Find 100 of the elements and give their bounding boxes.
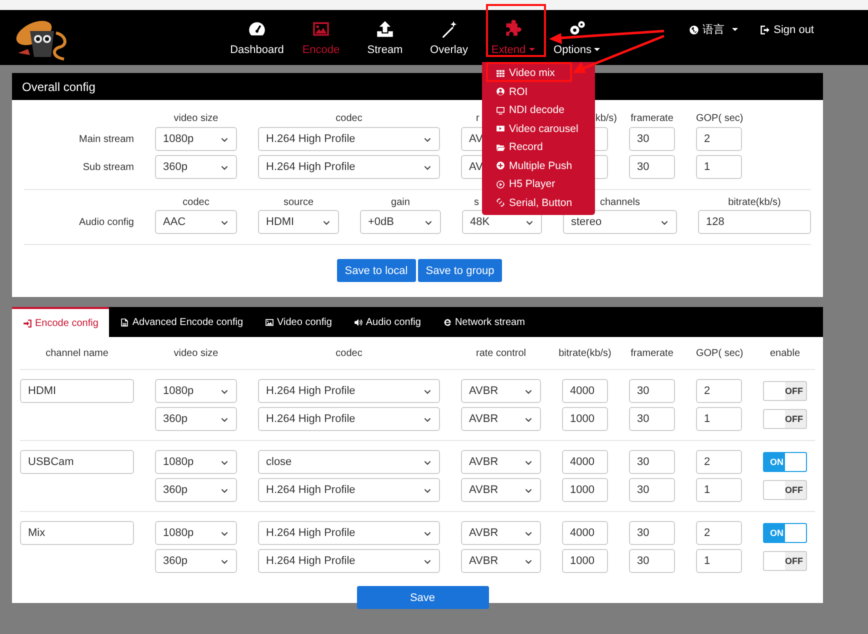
codec-select[interactable]: H.264 High Profile xyxy=(258,127,440,151)
menu-item[interactable]: Video carousel xyxy=(482,120,595,138)
row-label: Sub stream xyxy=(82,162,134,172)
framerate-field[interactable]: 30 xyxy=(629,155,675,179)
codec-select[interactable]: H.264 High Profile xyxy=(258,478,440,502)
channel-name-field[interactable]: USBCam xyxy=(20,450,134,474)
rate-control-select[interactable]: AVBR xyxy=(461,407,541,431)
tab[interactable]: Advanced Encode config xyxy=(109,307,254,337)
volume-icon xyxy=(354,318,363,326)
channels-select[interactable]: stereo xyxy=(563,210,677,234)
sign-out-icon xyxy=(760,24,770,34)
framerate-field[interactable]: 30 xyxy=(629,478,675,502)
gop-field[interactable]: 2 xyxy=(696,127,742,151)
sign-in-icon xyxy=(23,318,32,328)
picture-icon xyxy=(312,20,330,38)
menu-item[interactable]: Video mix xyxy=(482,64,595,82)
tab[interactable]: Audio config xyxy=(342,307,432,337)
save-button[interactable]: Save xyxy=(356,586,488,609)
bitrate-field[interactable]: 4000 xyxy=(562,521,608,545)
video-size-select[interactable]: 360p xyxy=(155,549,237,573)
nav-item[interactable]: Dashboard xyxy=(225,20,289,56)
rate-control-select[interactable]: AVBR xyxy=(461,521,541,545)
column-header: framerate xyxy=(630,348,674,358)
row-label: Audio config xyxy=(78,216,134,228)
codec-select[interactable]: H.264 High Profile xyxy=(258,155,440,179)
menu-item[interactable]: ROI xyxy=(482,82,595,101)
framerate-field[interactable]: 30 xyxy=(629,407,675,431)
bitrate-field[interactable]: 4000 xyxy=(562,450,608,474)
gop-field[interactable]: 2 xyxy=(696,379,742,403)
gop-field[interactable]: 2 xyxy=(696,521,742,545)
menu-item[interactable]: Multiple Push xyxy=(482,156,595,175)
codec-select[interactable]: H.264 High Profile xyxy=(258,549,440,573)
tab[interactable]: Encode config xyxy=(12,307,110,337)
document-icon xyxy=(120,318,130,326)
save-button[interactable]: Save to local xyxy=(336,259,416,282)
codec-select[interactable]: H.264 High Profile xyxy=(258,521,440,545)
codec-select[interactable]: H.264 High Profile xyxy=(258,379,440,403)
gop-field[interactable]: 1 xyxy=(696,407,742,431)
menu-item[interactable]: NDI decode xyxy=(482,101,595,120)
rate-control-select[interactable]: AVBR xyxy=(461,450,541,474)
channel-name-field[interactable]: Mix xyxy=(20,521,134,545)
panel-title: Overall config xyxy=(22,80,96,94)
codec-select[interactable]: H.264 High Profile xyxy=(258,407,440,431)
menu-item[interactable]: Serial, Button xyxy=(482,194,595,212)
toggle-switch[interactable]: OFF xyxy=(763,480,807,500)
sign-out-link[interactable]: Sign out xyxy=(760,22,814,37)
nav-item[interactable]: Stream xyxy=(353,20,417,56)
tab[interactable]: Video config xyxy=(254,307,343,337)
menu-item[interactable]: H5 Player xyxy=(482,175,595,194)
column-header: channel name xyxy=(44,348,110,358)
video-size-select[interactable]: 360p xyxy=(155,478,237,502)
channel-name-field[interactable]: HDMI xyxy=(20,379,134,403)
framerate-field[interactable]: 30 xyxy=(629,549,675,573)
video-size-select[interactable]: 1080p xyxy=(155,450,237,474)
bitrate-field[interactable]: 1000 xyxy=(562,407,608,431)
bitrate-field[interactable]: 1000 xyxy=(562,478,608,502)
gain-select[interactable]: +0dB xyxy=(360,210,441,234)
rate-control-select[interactable]: AVBR xyxy=(461,478,541,502)
source-select[interactable]: HDMI xyxy=(258,210,339,234)
video-size-select[interactable]: 1080p xyxy=(155,379,237,403)
rate-control-select[interactable]: AVBR xyxy=(461,549,541,573)
toggle-switch[interactable]: OFF xyxy=(763,381,807,401)
monitor-icon xyxy=(496,106,505,115)
language-menu[interactable]: 语言 xyxy=(688,22,738,37)
nav-item[interactable]: Extend xyxy=(481,20,545,56)
toggle-switch[interactable]: OFF xyxy=(763,409,807,429)
gop-field[interactable]: 1 xyxy=(696,549,742,573)
audio-codec-select[interactable]: AAC xyxy=(155,210,237,234)
gop-field[interactable]: 1 xyxy=(696,155,742,179)
video-size-select[interactable]: 1080p xyxy=(155,127,237,151)
bitrate-field[interactable]: 4000 xyxy=(562,379,608,403)
nav-item[interactable]: Overlay xyxy=(417,20,481,56)
codec-select[interactable]: close xyxy=(258,450,440,474)
bitrate-field[interactable]: 1000 xyxy=(562,549,608,573)
column-header: source xyxy=(282,197,314,208)
framerate-field[interactable]: 30 xyxy=(629,521,675,545)
rate-control-select[interactable]: AVBR xyxy=(461,379,541,403)
menu-item[interactable]: Record xyxy=(482,138,595,156)
framerate-field[interactable]: 30 xyxy=(629,379,675,403)
play-box-icon xyxy=(496,124,505,134)
save-button[interactable]: Save to group xyxy=(418,259,502,282)
video-size-select[interactable]: 1080p xyxy=(155,521,237,545)
column-header: video size xyxy=(172,113,220,124)
nav-item[interactable]: Options xyxy=(545,20,609,56)
column-header: codec xyxy=(334,113,364,124)
toggle-switch[interactable]: OFF xyxy=(763,551,807,571)
audio-bitrate-field[interactable]: 128 xyxy=(698,210,811,234)
video-size-select[interactable]: 360p xyxy=(155,155,237,179)
column-header: kb/s) xyxy=(595,113,617,124)
column-header: video size xyxy=(172,348,220,358)
gears-icon xyxy=(568,20,586,38)
column-header: bitrate(kb/s) xyxy=(727,197,782,208)
gauge-icon xyxy=(248,20,266,38)
framerate-field[interactable]: 30 xyxy=(629,450,675,474)
browser-e-icon xyxy=(442,318,452,326)
tab[interactable]: Network stream xyxy=(432,307,536,337)
framerate-field[interactable]: 30 xyxy=(629,127,675,151)
gop-field[interactable]: 2 xyxy=(696,450,742,474)
gop-field[interactable]: 1 xyxy=(696,478,742,502)
video-size-select[interactable]: 360p xyxy=(155,407,237,431)
